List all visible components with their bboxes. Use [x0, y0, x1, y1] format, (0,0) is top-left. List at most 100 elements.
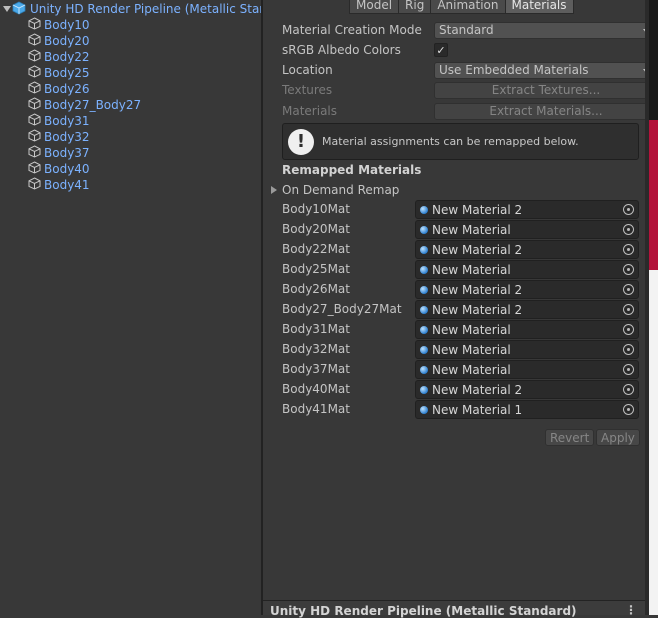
- textures-label: Textures: [282, 83, 333, 97]
- object-picker-icon[interactable]: [618, 301, 638, 318]
- object-picker-icon[interactable]: [618, 221, 638, 238]
- remapped-materials-title: Remapped Materials: [282, 163, 422, 177]
- hierarchy-item[interactable]: Body20: [28, 33, 90, 49]
- extract-textures-button[interactable]: Extract Textures...: [434, 81, 658, 99]
- hierarchy-item[interactable]: Body22: [28, 49, 90, 65]
- help-box: ! Material assignments can be remapped b…: [282, 123, 639, 160]
- material-creation-mode-dropdown[interactable]: Standard: [434, 21, 658, 39]
- material-value: New Material 2: [432, 382, 523, 397]
- material-value: New Material: [432, 362, 511, 377]
- gameobject-cube-icon: [28, 17, 41, 33]
- material-sphere-icon: [420, 405, 428, 414]
- srgb-albedo-checkbox[interactable]: ✓: [434, 43, 448, 57]
- gameobject-cube-icon: [28, 129, 41, 145]
- revert-button[interactable]: Revert: [545, 429, 595, 446]
- collapse-arrow-icon[interactable]: [2, 1, 12, 17]
- material-object-field[interactable]: New Material 2: [415, 300, 639, 319]
- material-sphere-icon: [420, 325, 428, 334]
- material-sphere-icon: [420, 265, 428, 274]
- tab-materials[interactable]: Materials: [504, 0, 574, 14]
- hierarchy-item-label: Body31: [44, 114, 90, 128]
- hierarchy-item[interactable]: Body31: [28, 113, 90, 129]
- material-sphere-icon: [420, 205, 428, 214]
- material-object-field[interactable]: New Material: [415, 320, 639, 339]
- object-picker-icon[interactable]: [618, 281, 638, 298]
- object-picker-icon[interactable]: [618, 321, 638, 338]
- remap-label: Body41Mat: [282, 402, 350, 416]
- inspector-scrollbar[interactable]: [645, 0, 649, 615]
- remap-row: Body37Mat New Material: [282, 360, 640, 380]
- hierarchy-item[interactable]: Body26: [28, 81, 90, 97]
- material-value: New Material 2: [432, 202, 523, 217]
- object-picker-icon[interactable]: [618, 401, 638, 418]
- remap-row: Body31Mat New Material: [282, 320, 640, 340]
- object-picker-icon[interactable]: [618, 201, 638, 218]
- tab-rig[interactable]: Rig: [398, 0, 432, 14]
- preview-title: Unity HD Render Pipeline (Metallic Stand…: [270, 604, 577, 618]
- material-creation-mode-row: Material Creation Mode Standard: [282, 21, 658, 39]
- hierarchy-item[interactable]: Body37: [28, 145, 90, 161]
- prefab-cube-icon: [12, 1, 26, 18]
- material-sphere-icon: [420, 245, 428, 254]
- material-value: New Material: [432, 322, 511, 337]
- remap-row: Body32Mat New Material: [282, 340, 640, 360]
- material-object-field[interactable]: New Material: [415, 260, 639, 279]
- gameobject-cube-icon: [28, 97, 41, 113]
- hierarchy-item-label: Body32: [44, 130, 90, 144]
- srgb-albedo-row: sRGB Albedo Colors ✓: [282, 41, 640, 59]
- apply-button[interactable]: Apply: [596, 429, 640, 446]
- remap-row: Body10Mat New Material 2: [282, 200, 640, 220]
- extract-materials-button[interactable]: Extract Materials...: [434, 102, 658, 120]
- material-object-field[interactable]: New Material 2: [415, 280, 639, 299]
- gameobject-cube-icon: [28, 113, 41, 129]
- hierarchy-item[interactable]: Body27_Body27: [28, 97, 141, 113]
- hierarchy-item[interactable]: Body25: [28, 65, 90, 81]
- location-row: Location Use Embedded Materials: [282, 61, 658, 79]
- material-sphere-icon: [420, 385, 428, 394]
- hierarchy-item[interactable]: Body40: [28, 161, 90, 177]
- tab-animation[interactable]: Animation: [430, 0, 506, 14]
- location-dropdown[interactable]: Use Embedded Materials: [434, 61, 658, 79]
- object-picker-icon[interactable]: [618, 381, 638, 398]
- remap-label: Body25Mat: [282, 262, 350, 276]
- remap-row: Body25Mat New Material: [282, 260, 640, 280]
- remap-row: Body41Mat New Material 1: [282, 400, 640, 420]
- hierarchy-item-label: Body22: [44, 50, 90, 64]
- inspector-panel: Model Rig Animation Materials Material C…: [263, 0, 658, 615]
- hierarchy-item[interactable]: Body32: [28, 129, 90, 145]
- material-sphere-icon: [420, 345, 428, 354]
- location-label: Location: [282, 63, 333, 77]
- remap-label: Body10Mat: [282, 202, 350, 216]
- material-value: New Material 2: [432, 302, 523, 317]
- material-object-field[interactable]: New Material: [415, 360, 639, 379]
- help-text: Material assignments can be remapped bel…: [322, 135, 579, 148]
- material-sphere-icon: [420, 285, 428, 294]
- object-picker-icon[interactable]: [618, 361, 638, 378]
- object-picker-icon[interactable]: [618, 341, 638, 358]
- material-object-field[interactable]: New Material 2: [415, 200, 639, 219]
- material-sphere-icon: [420, 365, 428, 374]
- import-settings-tabs: Model Rig Animation Materials: [349, 0, 574, 14]
- material-value: New Material 2: [432, 282, 523, 297]
- remap-label: Body37Mat: [282, 362, 350, 376]
- remap-label: Body20Mat: [282, 222, 350, 236]
- material-object-field[interactable]: New Material 1: [415, 400, 639, 419]
- material-object-field[interactable]: New Material: [415, 340, 639, 359]
- object-picker-icon[interactable]: [618, 241, 638, 258]
- hierarchy-item-label: Body40: [44, 162, 90, 176]
- hierarchy-root-item[interactable]: Unity HD Render Pipeline (Metallic Stand…: [2, 1, 299, 17]
- gameobject-cube-icon: [28, 145, 41, 161]
- hierarchy-item[interactable]: Body10: [28, 17, 90, 33]
- tab-model[interactable]: Model: [349, 0, 400, 14]
- preview-header-bar[interactable]: Unity HD Render Pipeline (Metallic Stand…: [263, 600, 645, 618]
- hierarchy-root-label: Unity HD Render Pipeline (Metallic Stand…: [30, 2, 299, 16]
- material-object-field[interactable]: New Material 2: [415, 380, 639, 399]
- object-picker-icon[interactable]: [618, 261, 638, 278]
- hierarchy-item-label: Body20: [44, 34, 90, 48]
- hierarchy-item[interactable]: Body41: [28, 177, 90, 193]
- material-object-field[interactable]: New Material 2: [415, 240, 639, 259]
- material-object-field[interactable]: New Material: [415, 220, 639, 239]
- remap-row: Body26Mat New Material 2: [282, 280, 640, 300]
- on-demand-remap-foldout[interactable]: On Demand Remap: [271, 181, 399, 199]
- material-value: New Material 2: [432, 242, 523, 257]
